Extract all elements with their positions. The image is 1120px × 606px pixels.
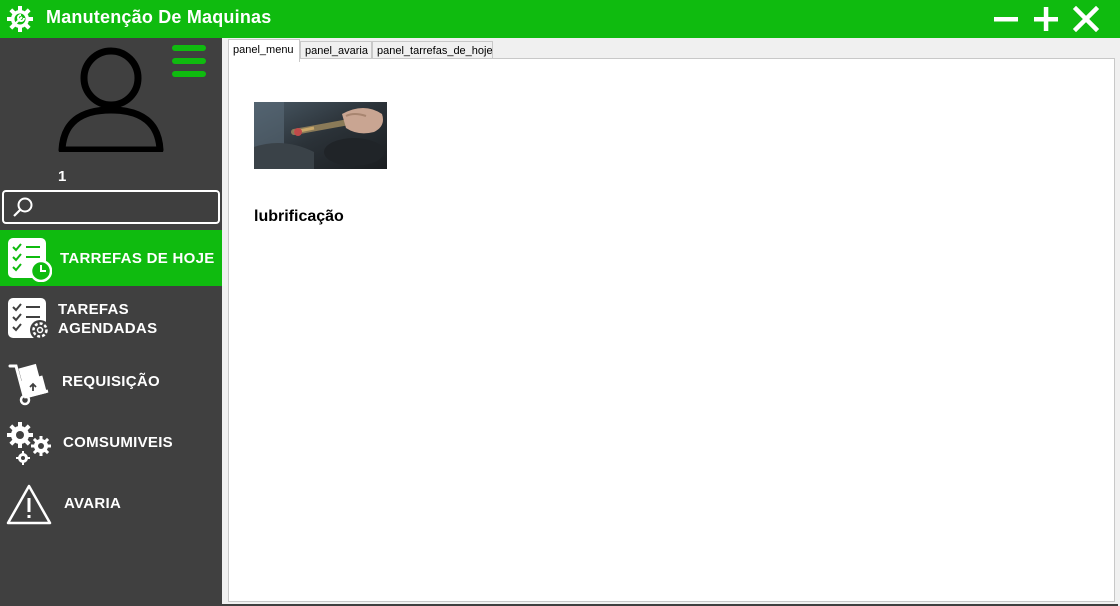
sidebar-item-label: AVARIA	[64, 495, 122, 512]
sidebar-item-label: TARREFAS DE HOJE	[60, 250, 215, 267]
close-icon[interactable]	[1073, 6, 1099, 32]
tab-panel: lubrificação	[228, 58, 1115, 602]
sidebar-item-label: TAREFAS AGENDADAS	[58, 301, 158, 337]
search-box[interactable]	[2, 190, 220, 224]
user-avatar-icon	[58, 47, 164, 152]
gears-icon	[7, 422, 51, 465]
warning-icon	[6, 484, 52, 525]
maximize-icon[interactable]	[1033, 6, 1059, 32]
hand-truck-icon	[8, 363, 49, 406]
gear-wrench-icon	[7, 6, 33, 32]
tab-panel-menu[interactable]: panel_menu	[228, 39, 300, 62]
sidebar-item-tarefas-agendadas[interactable]: TAREFAS AGENDADAS	[0, 292, 222, 348]
sidebar-item-comsumiveis[interactable]: COMSUMIVEIS	[0, 415, 222, 471]
sidebar-item-label: COMSUMIVEIS	[63, 434, 173, 451]
task-list-clock-icon	[8, 238, 52, 282]
sidebar-item-label: REQUISIÇÃO	[62, 373, 161, 390]
minimize-icon[interactable]	[993, 6, 1019, 32]
task-list-gear-icon	[8, 298, 50, 340]
lubrication-label: lubrificação	[254, 208, 344, 225]
hamburger-menu-icon[interactable]	[172, 44, 206, 78]
lubrication-photo[interactable]	[254, 102, 387, 169]
sidebar-item-avaria[interactable]: AVARIA	[0, 476, 222, 532]
main-content: panel_menu panel_avaria panel_tarrefas_d…	[222, 38, 1118, 604]
sidebar: 1 TARREFAS DE HOJE TAREFAS AGENDADAS REQ…	[0, 38, 222, 606]
window-title: Manutenção De Maquinas	[46, 7, 272, 27]
title-bar: Manutenção De Maquinas	[0, 0, 1120, 38]
sidebar-item-tarrefas-de-hoje[interactable]: TARREFAS DE HOJE	[0, 230, 222, 286]
search-icon	[13, 197, 33, 217]
user-number: 1	[58, 168, 67, 185]
search-input[interactable]	[40, 195, 214, 219]
sidebar-item-requisicao[interactable]: REQUISIÇÃO	[0, 354, 222, 410]
